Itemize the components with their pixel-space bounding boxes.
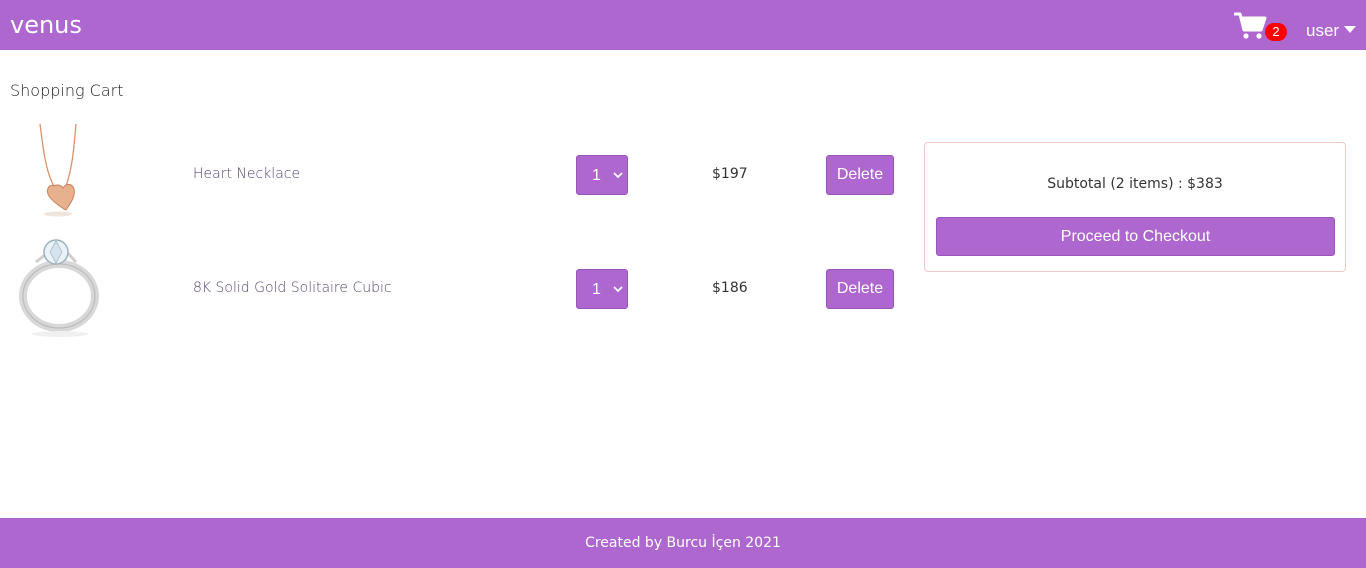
footer: Created by Burcu İçen 2021 [0,518,1366,568]
quantity-value: 1 [592,281,601,298]
delete-button[interactable]: Delete [826,155,894,195]
product-link[interactable]: Heart Necklace [193,163,300,185]
user-dropdown[interactable]: user [1306,19,1357,43]
navbar: venus 2 user [0,0,1366,50]
order-summary: Subtotal (2 items) : $383 Proceed to Che… [924,142,1346,272]
checkout-button[interactable]: Proceed to Checkout [936,217,1335,256]
caret-down-icon [1344,26,1357,33]
chevron-down-icon [613,286,623,293]
chevron-down-icon [613,172,623,179]
footer-text: Created by Burcu İçen 2021 [585,535,781,551]
cart-item: 8K Solid Gold Solitaire Cubic 1 $186 Del… [0,232,910,346]
delete-button[interactable]: Delete [826,269,894,309]
brand-logo[interactable]: venus [10,10,82,40]
item-price: $197 [712,166,748,182]
quantity-value: 1 [592,167,601,184]
heart-necklace-image [39,123,77,217]
quantity-select[interactable]: 1 [576,155,628,195]
page-title: Shopping Cart [10,81,124,100]
item-price: $186 [712,280,748,296]
cart-count-badge: 2 [1265,23,1287,41]
cart-item: Heart Necklace 1 $197 Delete [0,118,910,232]
cart-button[interactable]: 2 [1234,12,1290,42]
user-label: user [1306,21,1340,40]
subtotal-text: Subtotal (2 items) : $383 [1047,176,1223,192]
quantity-select[interactable]: 1 [576,269,628,309]
solitaire-ring-image [19,239,99,337]
product-link[interactable]: 8K Solid Gold Solitaire Cubic [193,277,392,299]
shopping-cart-icon [1234,12,1267,39]
